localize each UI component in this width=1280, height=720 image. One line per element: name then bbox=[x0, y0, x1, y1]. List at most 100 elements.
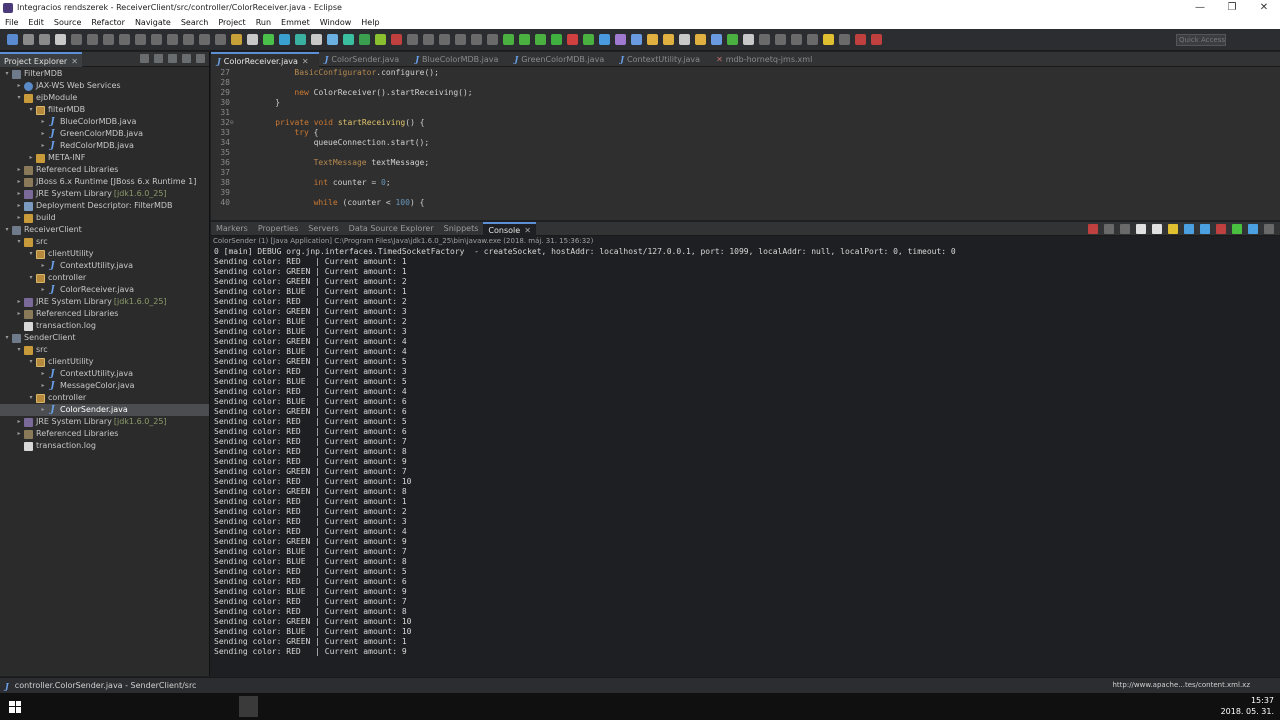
toolbar-icon[interactable] bbox=[870, 34, 882, 45]
expand-toggle-icon[interactable]: ▸ bbox=[39, 116, 47, 128]
tree-item[interactable]: ▾ FilterMDB bbox=[0, 68, 209, 80]
expand-toggle-icon[interactable]: ▸ bbox=[15, 428, 23, 440]
expand-toggle-icon[interactable]: ▸ bbox=[15, 200, 23, 212]
expand-toggle-icon[interactable]: ▸ bbox=[39, 368, 47, 380]
toolbar-icon[interactable] bbox=[470, 34, 482, 45]
console-tool-icon[interactable] bbox=[1088, 224, 1098, 234]
expand-toggle-icon[interactable]: ▾ bbox=[27, 392, 35, 404]
menu-project[interactable]: Project bbox=[213, 18, 250, 27]
expand-toggle-icon[interactable]: ▸ bbox=[15, 308, 23, 320]
tree-item[interactable]: ▸ J BlueColorMDB.java bbox=[0, 116, 209, 128]
toolbar-icon[interactable] bbox=[646, 34, 658, 45]
toolbar-icon[interactable] bbox=[662, 34, 674, 45]
start-button[interactable] bbox=[0, 693, 30, 720]
editor-tab[interactable]: J ContextUtility.java bbox=[614, 52, 710, 67]
toolbar-icon[interactable] bbox=[134, 34, 146, 45]
toolbar-icon[interactable] bbox=[342, 34, 354, 45]
view-menu-icon[interactable] bbox=[168, 54, 177, 63]
tree-item[interactable]: ▸ JRE System Library [jdk1.6.0_25] bbox=[0, 296, 209, 308]
console-tool-icon[interactable] bbox=[1120, 224, 1130, 234]
expand-toggle-icon[interactable]: ▸ bbox=[39, 284, 47, 296]
close-icon[interactable]: ✕ bbox=[302, 57, 309, 66]
toolbar-icon[interactable] bbox=[550, 34, 562, 45]
taskbar-app[interactable] bbox=[125, 702, 144, 711]
toolbar-icon[interactable] bbox=[486, 34, 498, 45]
toolbar-icon[interactable] bbox=[790, 34, 802, 45]
toolbar-icon[interactable] bbox=[278, 34, 290, 45]
expand-toggle-icon[interactable]: ▸ bbox=[39, 260, 47, 272]
taskbar-app[interactable] bbox=[87, 702, 106, 711]
taskbar-app[interactable] bbox=[68, 702, 87, 711]
toolbar-icon[interactable] bbox=[150, 34, 162, 45]
toolbar-icon[interactable] bbox=[438, 34, 450, 45]
toolbar-icon[interactable] bbox=[774, 34, 786, 45]
menu-window[interactable]: Window bbox=[315, 18, 357, 27]
tree-item[interactable]: ▾ src bbox=[0, 236, 209, 248]
menu-emmet[interactable]: Emmet bbox=[276, 18, 315, 27]
expand-toggle-icon[interactable]: ▾ bbox=[27, 356, 35, 368]
taskbar-app[interactable] bbox=[106, 702, 125, 711]
link-editor-icon[interactable] bbox=[154, 54, 163, 63]
toolbar-icon[interactable] bbox=[166, 34, 178, 45]
toolbar-icon[interactable] bbox=[758, 34, 770, 45]
toolbar-icon[interactable] bbox=[534, 34, 546, 45]
taskbar-app[interactable] bbox=[258, 702, 277, 711]
tree-item[interactable]: transaction.log bbox=[0, 440, 209, 452]
menu-refactor[interactable]: Refactor bbox=[86, 18, 130, 27]
expand-toggle-icon[interactable]: ▾ bbox=[27, 272, 35, 284]
toolbar-icon[interactable] bbox=[118, 34, 130, 45]
console-tool-icon[interactable] bbox=[1152, 224, 1162, 234]
tree-item[interactable]: ▸ Referenced Libraries bbox=[0, 428, 209, 440]
taskbar-app[interactable] bbox=[163, 702, 182, 711]
tree-item[interactable]: ▾ SenderClient bbox=[0, 332, 209, 344]
expand-toggle-icon[interactable]: ▸ bbox=[15, 296, 23, 308]
toolbar-icon[interactable] bbox=[566, 34, 578, 45]
menu-search[interactable]: Search bbox=[176, 18, 213, 27]
toolbar-icon[interactable] bbox=[710, 34, 722, 45]
console-tool-icon[interactable] bbox=[1168, 224, 1178, 234]
toolbar-icon[interactable] bbox=[598, 34, 610, 45]
tree-item[interactable]: ▾ clientUtility bbox=[0, 356, 209, 368]
toolbar-icon[interactable] bbox=[454, 34, 466, 45]
close-icon[interactable]: ✕ bbox=[524, 226, 531, 235]
tab-servers[interactable]: Servers bbox=[303, 222, 343, 236]
editor-tab[interactable]: J GreenColorMDB.java bbox=[508, 52, 614, 67]
toolbar-icon[interactable] bbox=[406, 34, 418, 45]
toolbar-icon[interactable] bbox=[806, 34, 818, 45]
tree-item[interactable]: ▾ clientUtility bbox=[0, 248, 209, 260]
expand-toggle-icon[interactable]: ▸ bbox=[15, 188, 23, 200]
console-tool-icon[interactable] bbox=[1184, 224, 1194, 234]
taskbar-app[interactable] bbox=[49, 702, 68, 711]
menu-file[interactable]: File bbox=[0, 18, 23, 27]
expand-toggle-icon[interactable]: ▾ bbox=[27, 248, 35, 260]
tab-properties[interactable]: Properties bbox=[253, 222, 303, 236]
editor-tab[interactable]: J BlueColorMDB.java bbox=[409, 52, 508, 67]
toolbar-icon[interactable] bbox=[630, 34, 642, 45]
tree-item[interactable]: ▸ J ContextUtility.java bbox=[0, 368, 209, 380]
taskbar-app[interactable] bbox=[30, 702, 49, 711]
toolbar-icon[interactable] bbox=[294, 34, 306, 45]
maximize-view-icon[interactable] bbox=[196, 54, 205, 63]
toolbar-icon[interactable] bbox=[358, 34, 370, 45]
expand-toggle-icon[interactable]: ▸ bbox=[39, 380, 47, 392]
tree-item[interactable]: ▸ J ColorSender.java bbox=[0, 404, 209, 416]
code-area[interactable]: 27 BasicConfigurator.configure(); 28 29 new … bbox=[211, 67, 1280, 208]
tree-item[interactable]: ▸ J RedColorMDB.java bbox=[0, 140, 209, 152]
close-button[interactable]: ✕ bbox=[1248, 0, 1280, 15]
expand-toggle-icon[interactable]: ▸ bbox=[15, 80, 23, 92]
tree-item[interactable]: ▸ build bbox=[0, 212, 209, 224]
toolbar-icon[interactable] bbox=[422, 34, 434, 45]
expand-toggle-icon[interactable]: ▾ bbox=[3, 224, 11, 236]
toolbar-icon[interactable] bbox=[246, 34, 258, 45]
console-tool-icon[interactable] bbox=[1200, 224, 1210, 234]
console-tool-icon[interactable] bbox=[1216, 224, 1226, 234]
expand-toggle-icon[interactable]: ▸ bbox=[27, 152, 35, 164]
editor-tab[interactable]: ✕ mdb-hornetq-jms.xml bbox=[710, 52, 822, 67]
expand-toggle-icon[interactable]: ▸ bbox=[15, 212, 23, 224]
tree-item[interactable]: ▸ J GreenColorMDB.java bbox=[0, 128, 209, 140]
toolbar-icon[interactable] bbox=[182, 34, 194, 45]
console-tool-icon[interactable] bbox=[1264, 224, 1274, 234]
tree-item[interactable]: ▸ META-INF bbox=[0, 152, 209, 164]
tree-item[interactable]: ▾ src bbox=[0, 344, 209, 356]
taskbar-app[interactable] bbox=[220, 702, 239, 711]
